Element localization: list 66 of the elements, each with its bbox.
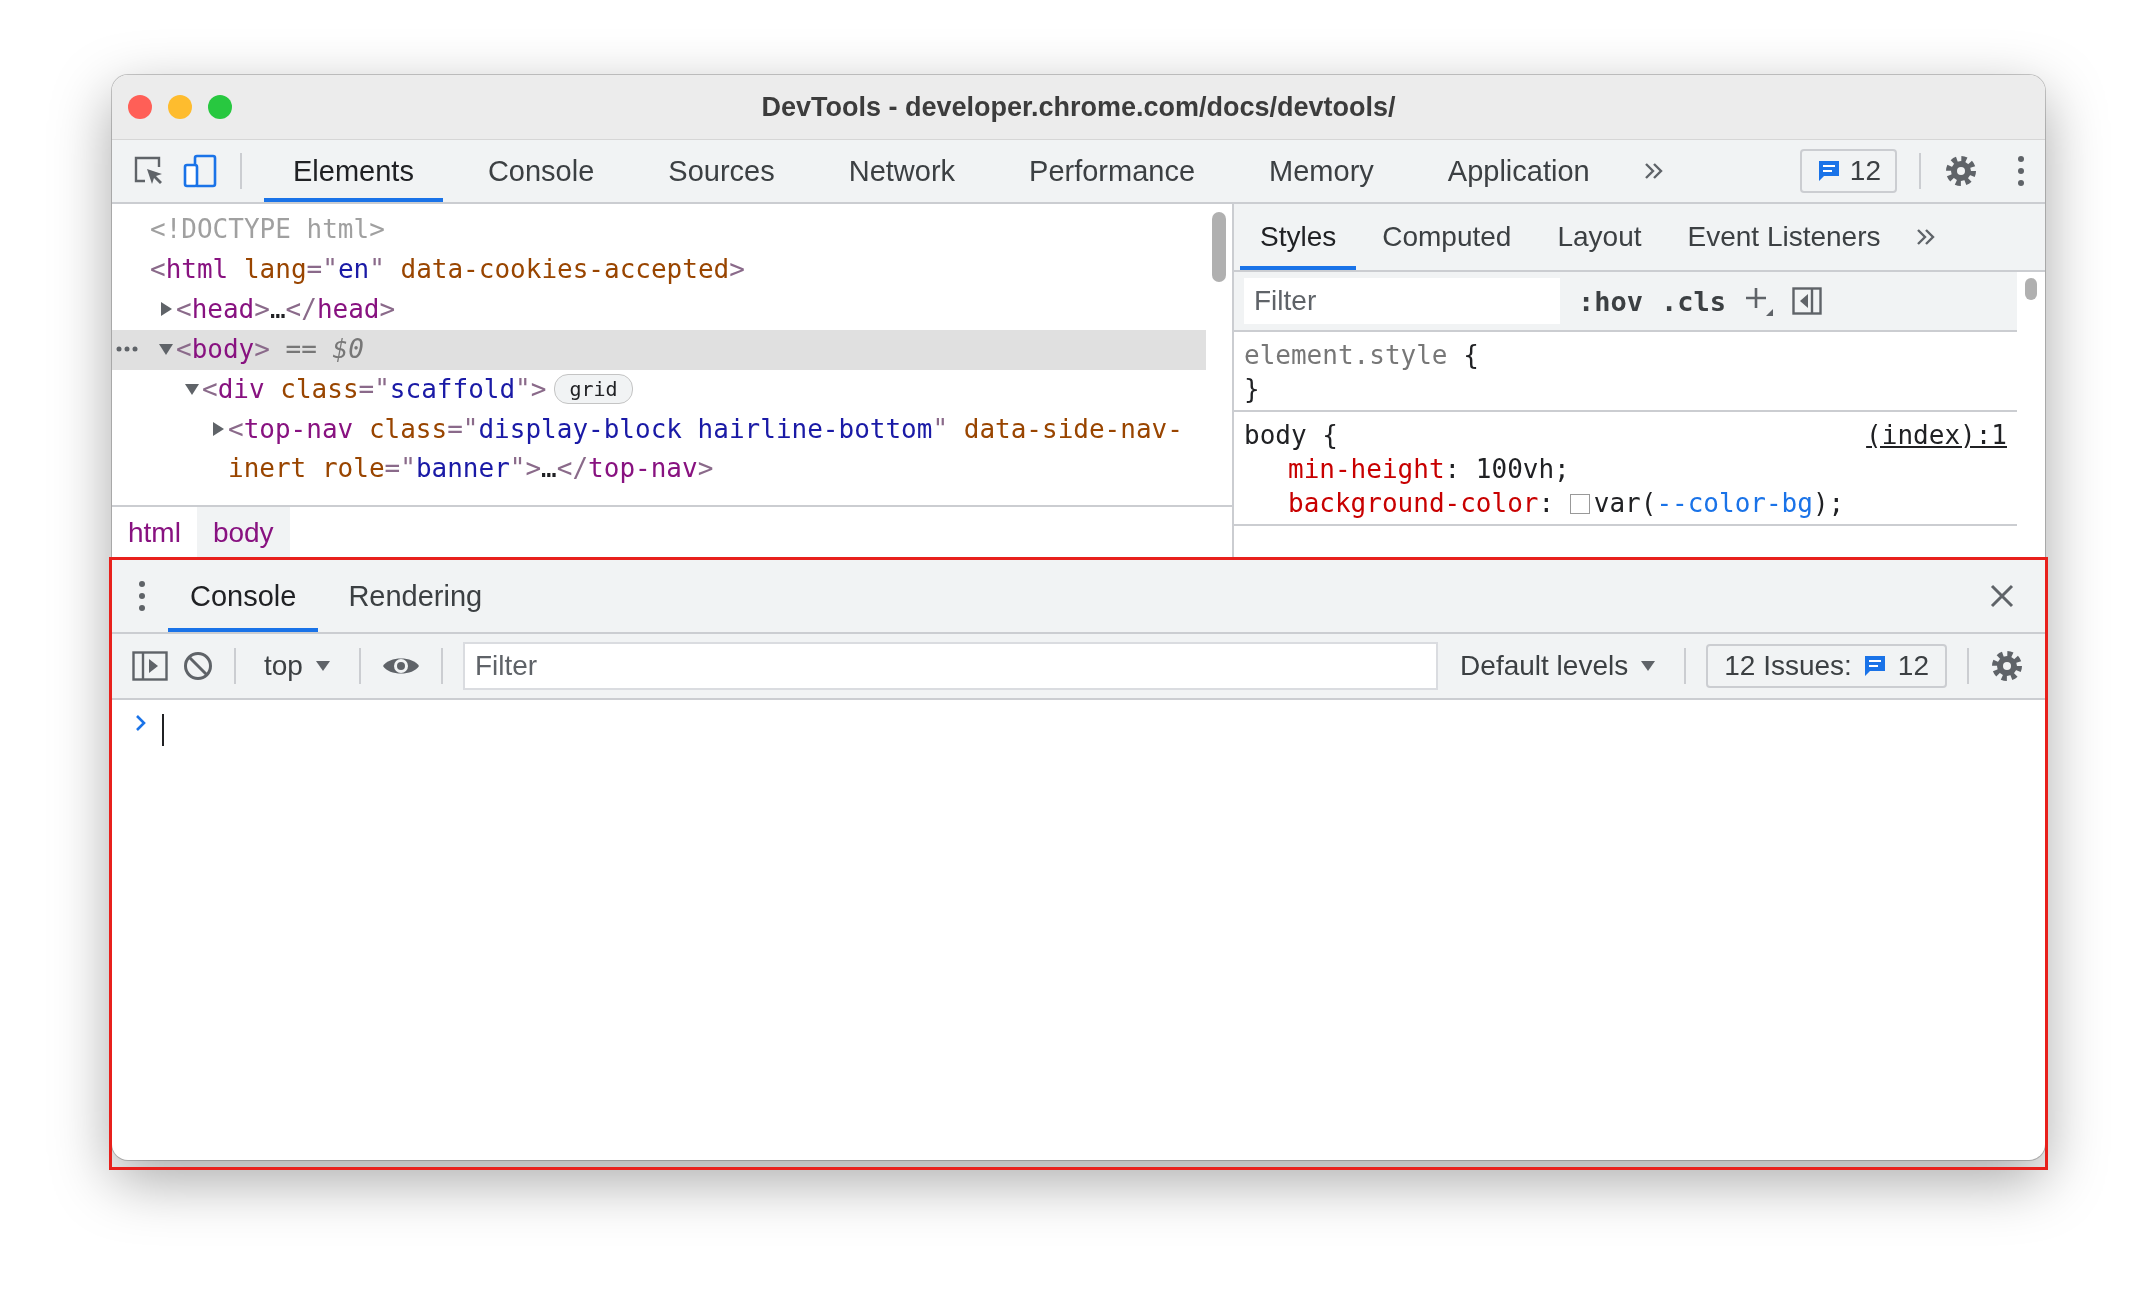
- dom-row-background[interactable]: <div class="scaffold"> grid: [112, 370, 1206, 410]
- sidebar-tab[interactable]: Event Listeners: [1667, 204, 1901, 270]
- sidebar-tab[interactable]: Computed: [1362, 204, 1532, 270]
- dom-row-background[interactable]: <html lang="en" data-cookies-accepted>: [112, 250, 1206, 290]
- dom-row-background[interactable]: <head>…</head>: [112, 290, 1206, 330]
- dom-row-background[interactable]: <body> == $0: [112, 330, 1206, 370]
- scrollbar-thumb[interactable]: [2025, 278, 2037, 300]
- issues-count: 12: [1849, 155, 1881, 187]
- settings-icon[interactable]: [1943, 153, 1979, 189]
- log-levels-dropdown[interactable]: Default levels: [1452, 650, 1665, 682]
- rule-closing-brace: }: [1244, 373, 1261, 406]
- kebab-menu-icon[interactable]: [2017, 155, 2025, 187]
- issues-button[interactable]: 12 Issues: 12: [1706, 644, 1947, 688]
- collapse-triangle-icon[interactable]: [184, 382, 200, 396]
- ellipsis-icon[interactable]: [116, 346, 138, 352]
- dom-node-code: <!DOCTYPE html>: [150, 213, 385, 246]
- panel-tab[interactable]: Console: [458, 140, 624, 202]
- dom-node-code: <html lang="en" data-cookies-accepted>: [150, 253, 745, 286]
- caret-icon: [1640, 660, 1657, 672]
- caret-icon: [314, 660, 331, 672]
- panel-tab[interactable]: Elements: [264, 140, 443, 202]
- settings-icon[interactable]: [1989, 648, 2025, 684]
- dom-node-code: <top-nav class="display-block hairline-bottom" data-side-nav-inert role="banner">…</top-nav>: [228, 413, 1184, 485]
- new-rule-plus-icon[interactable]: [1744, 285, 1775, 317]
- panel-tab[interactable]: Application: [1418, 140, 1619, 202]
- dom-node-code: <head>…</head>: [176, 293, 396, 326]
- panel-tab[interactable]: Memory: [1240, 140, 1403, 202]
- sidebar-toggle-icon[interactable]: [132, 651, 168, 681]
- dom-row-background[interactable]: <top-nav class="display-block hairline-bottom" data-side-nav-inert role="banner">…</top-nav>: [112, 410, 1206, 488]
- chevron-double-icon[interactable]: [1914, 227, 1937, 247]
- collapse-triangle-icon[interactable]: [158, 342, 174, 356]
- text-cursor: [162, 714, 164, 746]
- issues-badge[interactable]: 12: [1799, 149, 1897, 193]
- console-filter-field[interactable]: Filter: [462, 642, 1439, 690]
- breadcrumb[interactable]: body: [196, 507, 290, 559]
- css-declaration: min-height: 100vh;: [1287, 453, 1571, 486]
- chevron-double-icon[interactable]: [1642, 161, 1665, 181]
- rule-selector: body {: [1244, 419, 1338, 452]
- issues-label: 12 Issues:: [1724, 650, 1852, 682]
- panel-tab[interactable]: Performance: [1000, 140, 1225, 202]
- hover-state-toggle[interactable]: :hov: [1578, 285, 1644, 317]
- drawer-tab[interactable]: Rendering: [326, 560, 505, 632]
- kebab-menu-icon[interactable]: [138, 580, 146, 612]
- expand-triangle-icon[interactable]: [211, 421, 225, 437]
- dom-node-code: <body> == $0: [176, 333, 364, 366]
- dom-node-code: <div class="scaffold">: [202, 373, 547, 406]
- sidebar-tab[interactable]: Layout: [1537, 204, 1662, 270]
- prompt-chevron-icon: [134, 714, 148, 732]
- window-title: DevTools - developer.chrome.com/docs/devtools/: [761, 91, 1396, 123]
- source-link[interactable]: (index):1: [1866, 418, 2007, 452]
- rule-selector: element.style {: [1244, 339, 1479, 372]
- class-toggle[interactable]: .cls: [1661, 285, 1727, 317]
- expand-triangle-icon[interactable]: [159, 301, 173, 317]
- context-dropdown[interactable]: top: [256, 650, 339, 682]
- close-icon[interactable]: [1989, 583, 2015, 609]
- scrollbar-thumb[interactable]: [1212, 212, 1226, 282]
- styles-filter-field[interactable]: Filter: [1244, 278, 1560, 324]
- css-declaration: background-color: var(--color-bg);: [1287, 487, 1846, 520]
- device-toggle-icon[interactable]: [182, 153, 218, 189]
- sidebar-toggle-icon[interactable]: [1792, 287, 1823, 315]
- clear-console-icon[interactable]: [182, 650, 214, 682]
- panel-tab[interactable]: Network: [819, 140, 985, 202]
- grid-badge[interactable]: grid: [554, 374, 633, 404]
- panel-tab[interactable]: Sources: [639, 140, 804, 202]
- issues-count: 12: [1897, 650, 1929, 682]
- close-window-button[interactable]: [128, 95, 152, 119]
